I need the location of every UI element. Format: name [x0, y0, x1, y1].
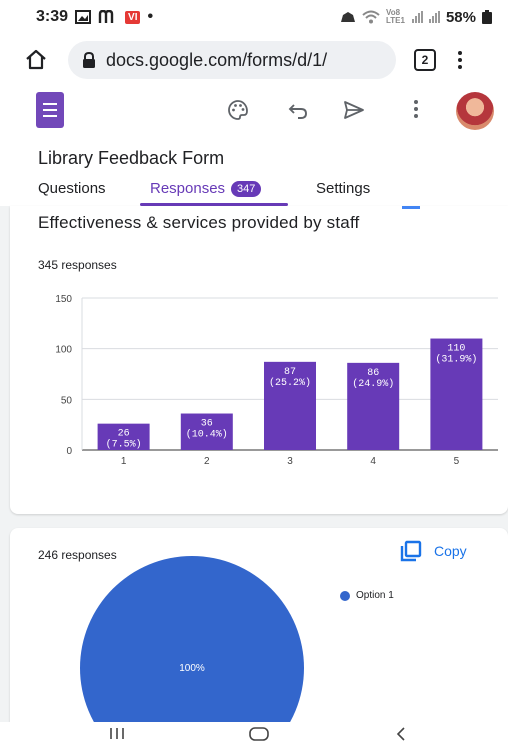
home-nav-icon[interactable]	[248, 726, 270, 742]
undo-icon[interactable]	[286, 98, 310, 122]
more-options-icon[interactable]	[414, 100, 418, 118]
copy-indicator	[402, 206, 420, 209]
tab-responses[interactable]: Responses 347	[150, 180, 262, 197]
bar-data-label-1-1: (7.5%)	[106, 439, 142, 451]
carrier-badge: VI	[125, 10, 141, 24]
bar-data-label-1-0: 26	[118, 429, 130, 440]
url-text: docs.google.com/forms/d/1/	[106, 49, 328, 70]
back-nav-icon[interactable]	[394, 726, 408, 742]
bar-data-label-2-0: 36	[201, 419, 213, 430]
forms-toolbar	[0, 86, 508, 136]
signal-icon-2	[428, 11, 440, 23]
bar-data-label-2-1: (10.4%)	[186, 429, 228, 441]
lock-icon	[83, 52, 95, 68]
signal-icon	[411, 11, 423, 23]
bar-data-label-5-0: 110	[447, 344, 465, 355]
alarm-icon	[340, 12, 355, 22]
battery-icon	[482, 10, 492, 24]
browser-menu-icon[interactable]	[458, 51, 462, 69]
tab-responses-label: Responses	[150, 180, 226, 197]
question-title: Effectiveness & services provided by sta…	[38, 213, 360, 232]
gallery-icon	[75, 10, 92, 24]
bar-data-label-4-1: (24.9%)	[352, 378, 394, 390]
bar-data-label-4-0: 86	[367, 368, 379, 379]
question-summary-card-2: 246 responses Copy Option 1 100%	[10, 528, 508, 722]
y-tick-label-50: 50	[61, 395, 73, 406]
x-tick-label-4: 4	[370, 456, 376, 466]
tab-switcher-button[interactable]: 2	[414, 49, 436, 71]
notification-dot: •	[147, 8, 154, 25]
x-tick-label-5: 5	[454, 456, 460, 466]
network-label: Vo8 LTE1	[385, 9, 405, 25]
y-tick-label-100: 100	[55, 345, 72, 356]
bar-chart: 0 50 100 150 26(7.5%) 1 36(10.4%) 2 87(25.2%) 3 86…	[55, 294, 498, 466]
bar-data-label-3-1: (25.2%)	[269, 377, 311, 389]
bar-data-label-3-0: 87	[284, 367, 296, 378]
x-tick-label-1: 1	[121, 456, 127, 466]
tab-questions[interactable]: Questions	[38, 180, 106, 197]
browser-toolbar: docs.google.com/forms/d/1/ 2	[0, 38, 508, 82]
send-icon[interactable]	[342, 98, 366, 122]
status-bar: 3:39 VI • Vo8 LTE1 58%	[0, 0, 508, 34]
question-summary-card: Effectiveness & services provided by sta…	[10, 206, 508, 514]
x-tick-label-3: 3	[287, 456, 293, 466]
response-count: 345 responses	[38, 258, 117, 272]
pie-slice-0	[80, 556, 304, 722]
pie-data-label-0: 100%	[179, 663, 205, 674]
avatar[interactable]	[456, 92, 494, 130]
android-navigation-bar	[0, 722, 508, 745]
message-icon	[98, 10, 114, 23]
pie-chart: 100%	[80, 556, 304, 722]
status-time: 3:39	[36, 8, 69, 25]
responses-count-badge: 347	[231, 181, 262, 197]
y-tick-label-0: 0	[66, 446, 72, 457]
bar-data-label-5-1: (31.9%)	[435, 354, 477, 366]
wifi-icon	[362, 10, 380, 24]
battery-percent: 58%	[445, 8, 476, 26]
palette-icon[interactable]	[226, 98, 250, 122]
google-forms-logo[interactable]	[36, 92, 64, 128]
recent-apps-icon[interactable]	[108, 726, 126, 740]
form-tabs: Questions Responses 347 Settings	[0, 176, 508, 206]
x-tick-label-2: 2	[204, 456, 210, 466]
y-tick-label-150: 150	[55, 294, 72, 305]
home-icon[interactable]	[24, 48, 48, 72]
tab-settings[interactable]: Settings	[316, 180, 370, 197]
form-title: Library Feedback Form	[38, 148, 225, 168]
address-bar[interactable]: docs.google.com/forms/d/1/	[68, 41, 396, 79]
